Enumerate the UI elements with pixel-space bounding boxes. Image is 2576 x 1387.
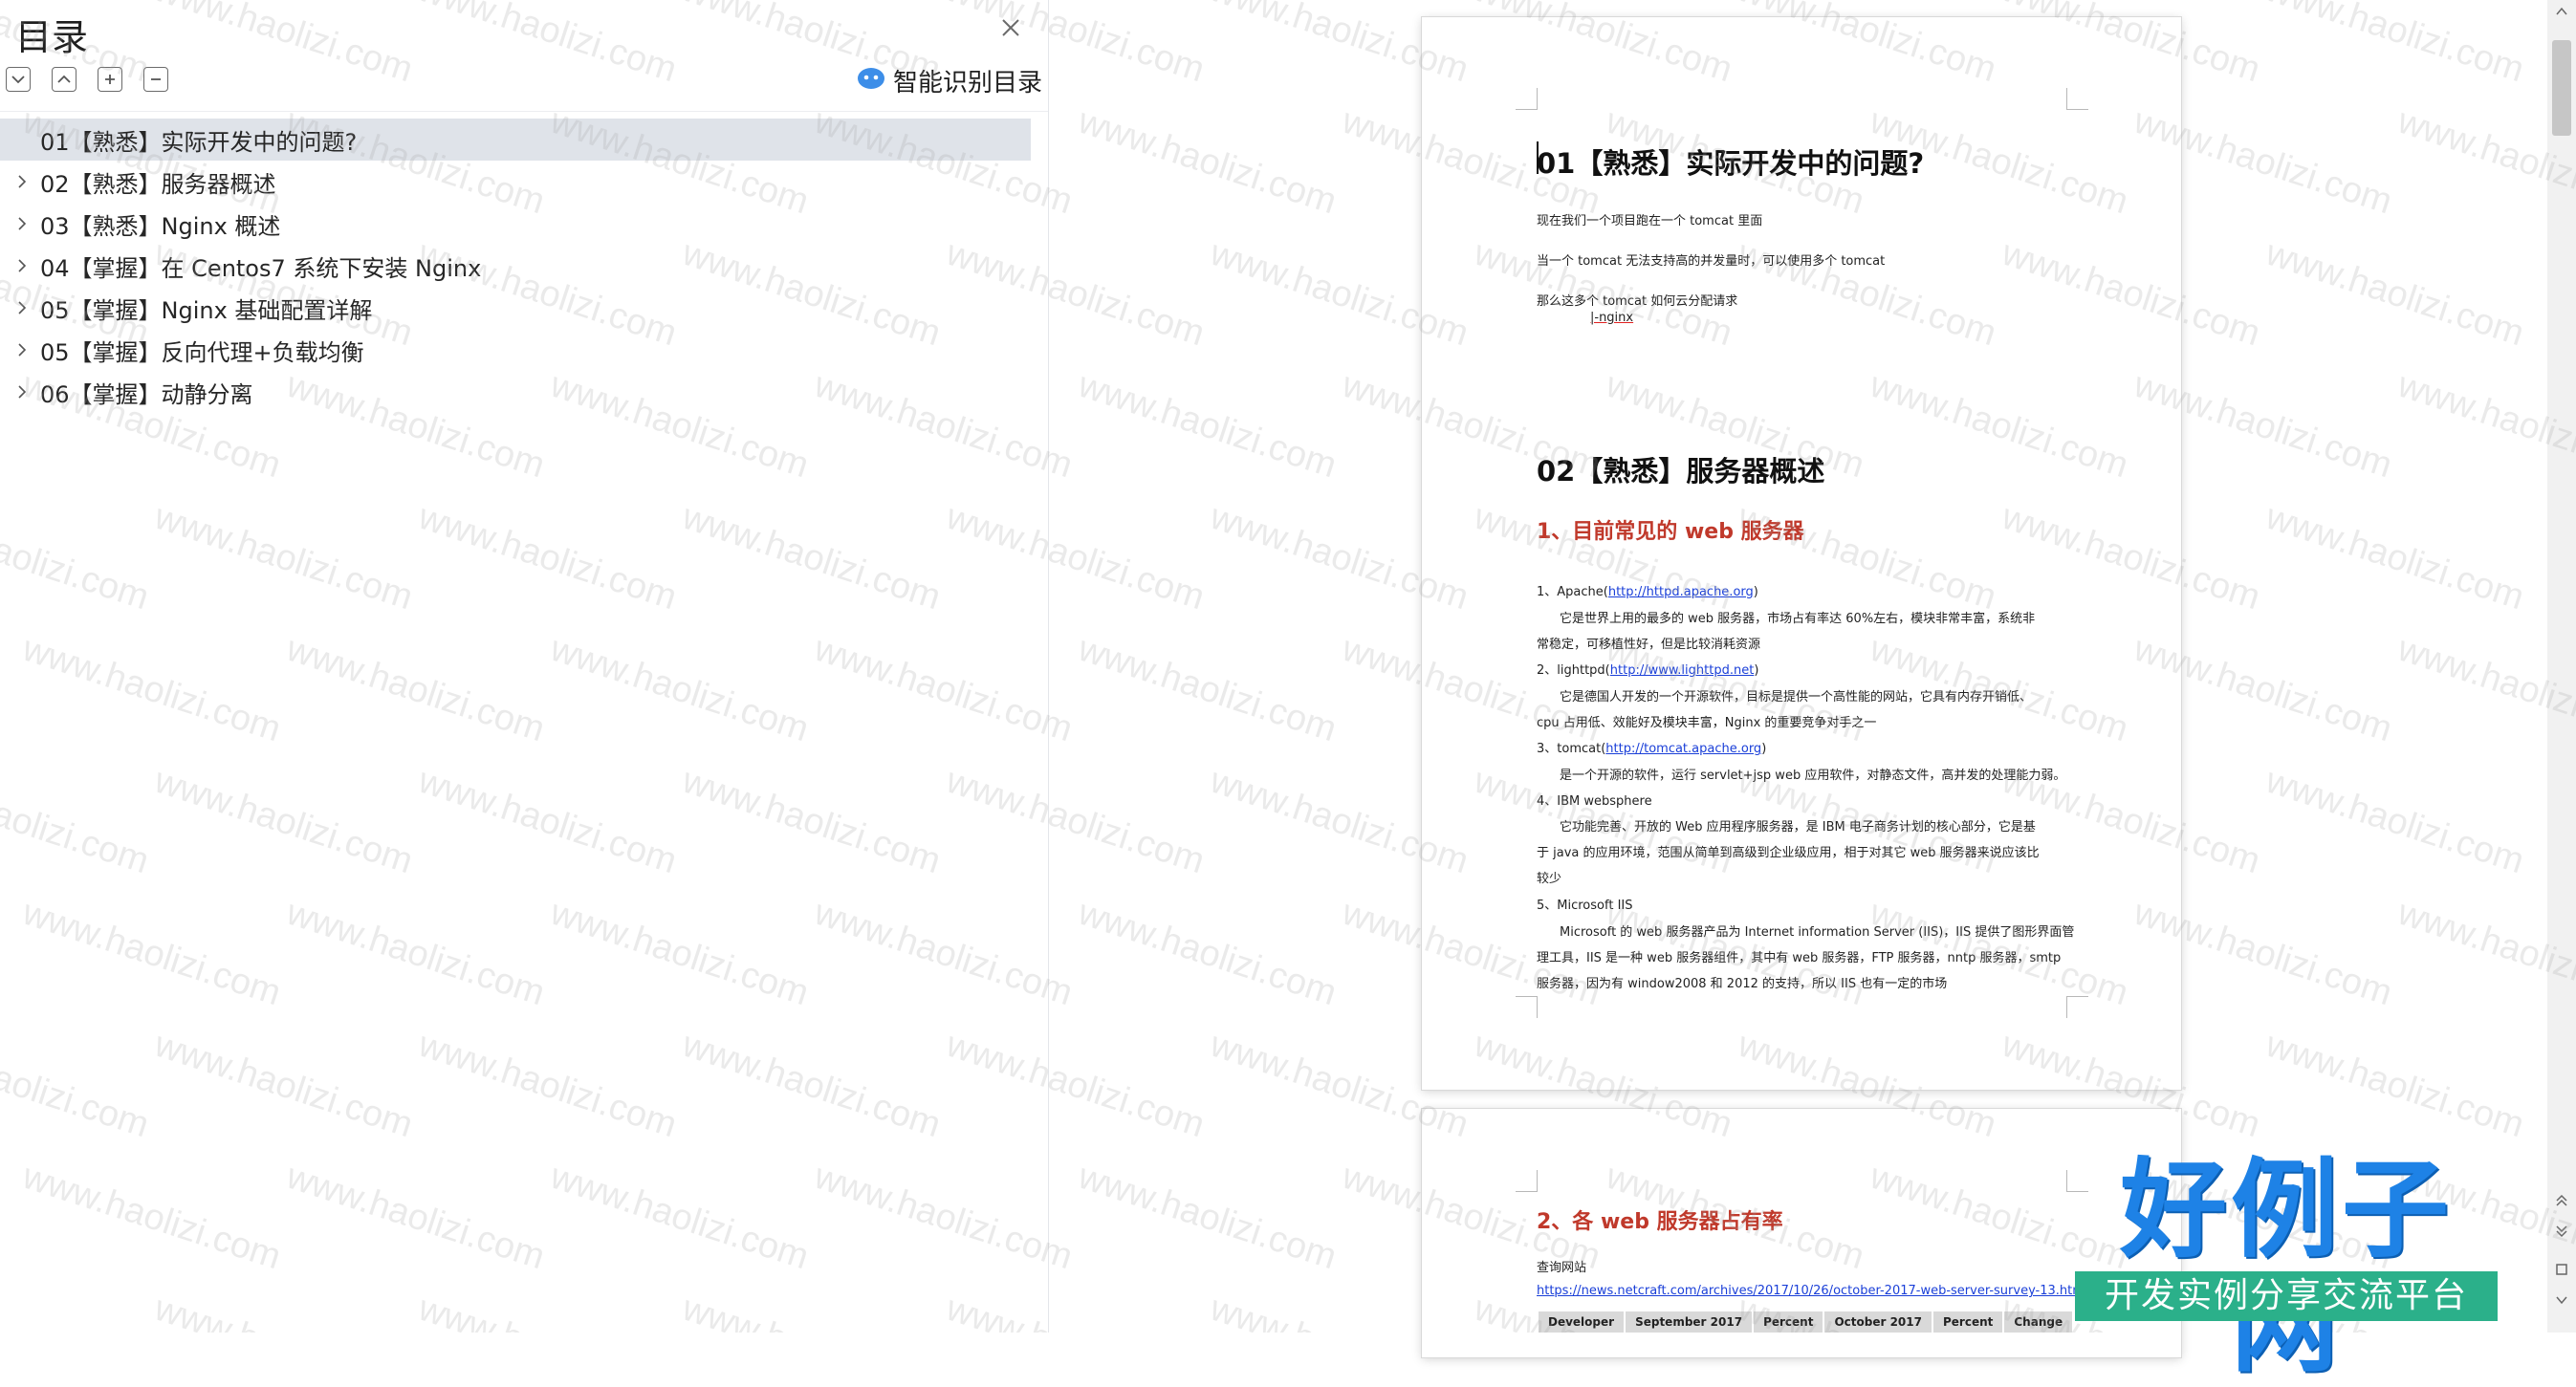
paragraph: https://news.netcraft.com/archives/2017/… xyxy=(1537,1284,2088,1298)
paragraph: 服务器，因为有 window2008 和 2012 的支持，所以 IIS 也有一… xyxy=(1537,977,1948,991)
list-item: 4、IBM websphere xyxy=(1537,794,1652,809)
heading-1: 02【熟悉】服务器概述 xyxy=(1537,455,1825,488)
paragraph: 当一个 tomcat 无法支持高的并发量时，可以使用多个 tomcat xyxy=(1537,254,1886,269)
smart-ai-icon xyxy=(857,66,885,95)
page-margin-mark xyxy=(1516,1170,1538,1192)
toc-item-label: 03【熟悉】Nginx 概述 xyxy=(40,212,281,240)
paragraph: 查询网站 xyxy=(1537,1261,1587,1275)
link[interactable]: https://news.netcraft.com/archives/2017/… xyxy=(1537,1284,2088,1298)
toc-title: 目录 xyxy=(15,16,89,58)
chevron-right-icon[interactable] xyxy=(13,173,31,190)
toc-item[interactable]: 01【熟悉】实际开发中的问题? xyxy=(0,119,1031,161)
brand-title: 好例子网 xyxy=(2120,1148,2453,1387)
scroll-up-icon[interactable] xyxy=(2554,4,2569,19)
brand-logo: 好例子网 开发实例分享交流平台 xyxy=(2073,1153,2500,1382)
table-header: Change xyxy=(2002,1310,2075,1334)
list-item: 1、Apache(http://httpd.apache.org) xyxy=(1537,585,1758,599)
previous-page-icon[interactable] xyxy=(2554,1193,2569,1208)
paragraph: 是一个开源的软件，运行 servlet+jsp web 应用软件，对静态文件，高… xyxy=(1560,769,2066,783)
document-view[interactable]: 01【熟悉】实际开发中的问题? 现在我们一个项目跑在一个 tomcat 里面 当… xyxy=(1049,0,2547,1357)
paragraph: 它是世界上用的最多的 web 服务器，市场占有率达 60%左右，模块非常丰富，系… xyxy=(1560,612,2036,626)
paragraph: 那么这多个 tomcat 如何云分配请求 xyxy=(1537,294,1738,309)
brand-subtitle: 开发实例分享交流平台 xyxy=(2075,1271,2498,1321)
paragraph: Microsoft 的 web 服务器产品为 Internet informat… xyxy=(1560,925,2075,940)
page-margin-mark xyxy=(2066,996,2088,1018)
paragraph: 理工具，IIS 是一种 web 服务器组件，其中有 web 服务器，FTP 服务… xyxy=(1537,951,2062,965)
toc-item[interactable]: 06【掌握】动静分离 xyxy=(0,371,1031,413)
close-icon[interactable] xyxy=(996,13,1025,42)
table-header: September 2017 xyxy=(1624,1310,1755,1334)
toc-item-label: 05【掌握】Nginx 基础配置详解 xyxy=(40,296,373,324)
link[interactable]: http://tomcat.apache.org xyxy=(1605,742,1761,756)
page-view-icon[interactable] xyxy=(2554,1262,2569,1277)
document-page: 01【熟悉】实际开发中的问题? 现在我们一个项目跑在一个 tomcat 里面 当… xyxy=(1422,17,2181,1090)
toc-item[interactable]: 03【熟悉】Nginx 概述 xyxy=(0,203,1031,245)
page-margin-mark xyxy=(1516,88,1538,110)
table-header: October 2017 xyxy=(1823,1310,1933,1334)
paragraph: 于 java 的应用环境，范围从简单到高级到企业级应用，相于对其它 web 服务… xyxy=(1537,846,2040,860)
list-item: 3、tomcat(http://tomcat.apache.org) xyxy=(1537,742,1767,756)
toc-item[interactable]: 05【掌握】反向代理+负载均衡 xyxy=(0,329,1031,371)
toc-item[interactable]: 04【掌握】在 Centos7 系统下安装 Nginx xyxy=(0,245,1031,287)
next-page-icon[interactable] xyxy=(2554,1224,2569,1239)
toc-item-label: 02【熟悉】服务器概述 xyxy=(40,170,276,198)
paragraph: 较少 xyxy=(1537,872,1562,886)
remove-entry-icon[interactable] xyxy=(143,67,168,92)
toc-item[interactable]: 05【掌握】Nginx 基础配置详解 xyxy=(0,287,1031,329)
chevron-right-icon[interactable] xyxy=(13,257,31,274)
paragraph: 它功能完善、开放的 Web 应用程序服务器，是 IBM 电子商务计划的核心部分，… xyxy=(1560,820,2036,834)
vertical-scrollbar[interactable] xyxy=(2547,0,2576,1333)
page-margin-mark xyxy=(2066,88,2088,110)
toc-panel: 目录 智能识别目录 01【熟悉】实际开发中的问题? 02【熟悉】服务器概述 03… xyxy=(0,0,1049,1333)
toc-list: 01【熟悉】实际开发中的问题? 02【熟悉】服务器概述 03【熟悉】Nginx … xyxy=(0,119,1048,413)
toc-item-label: 05【掌握】反向代理+负载均衡 xyxy=(40,338,364,366)
stats-table: Developer September 2017 Percent October… xyxy=(1536,1310,2075,1334)
chevron-right-icon[interactable] xyxy=(13,383,31,401)
toc-item[interactable]: 02【熟悉】服务器概述 xyxy=(0,161,1031,203)
toc-divider xyxy=(0,111,1048,112)
table-header: Percent xyxy=(1752,1310,1825,1334)
chevron-right-icon[interactable] xyxy=(13,341,31,358)
scroll-down-icon[interactable] xyxy=(2554,1292,2569,1308)
toc-item-label: 01【熟悉】实际开发中的问题? xyxy=(40,128,358,156)
paragraph: 它是德国人开发的一个开源软件，目标是提供一个高性能的网站，它具有内存开销低、 xyxy=(1560,690,2033,704)
add-entry-icon[interactable] xyxy=(98,67,122,92)
chevron-right-icon[interactable] xyxy=(13,215,31,232)
paragraph: cpu 占用低、效能好及模块丰富，Nginx 的重要竞争对手之一 xyxy=(1537,716,1877,730)
table-header: Percent xyxy=(1931,1310,2005,1334)
heading-2: 2、各 web 服务器占有率 xyxy=(1537,1210,1783,1234)
nginx-note: |-nginx xyxy=(1590,311,1634,325)
chevron-right-icon[interactable] xyxy=(13,299,31,316)
collapse-all-icon[interactable] xyxy=(52,67,76,92)
toc-item-label: 06【掌握】动静分离 xyxy=(40,380,253,408)
document-page: 2、各 web 服务器占有率 查询网站 https://news.netcraf… xyxy=(1422,1109,2181,1357)
list-item: 5、Microsoft IIS xyxy=(1537,899,1633,913)
paragraph: 现在我们一个项目跑在一个 tomcat 里面 xyxy=(1537,214,1763,228)
paragraph: |-nginx xyxy=(1590,311,1633,325)
scroll-thumb[interactable] xyxy=(2552,40,2571,136)
table-header: Developer xyxy=(1536,1310,1626,1334)
heading-2: 1、目前常见的 web 服务器 xyxy=(1537,520,1804,544)
smart-toc-button[interactable]: 智能识别目录 xyxy=(857,63,1042,98)
smart-toc-label: 智能识别目录 xyxy=(893,68,1043,98)
expand-all-icon[interactable] xyxy=(6,67,31,92)
list-item: 2、lighttpd(http://www.lighttpd.net) xyxy=(1537,663,1759,678)
heading-1: 01【熟悉】实际开发中的问题? xyxy=(1537,147,1925,180)
toc-item-label: 04【掌握】在 Centos7 系统下安装 Nginx xyxy=(40,254,482,282)
link[interactable]: http://httpd.apache.org xyxy=(1608,585,1754,599)
link[interactable]: http://www.lighttpd.net xyxy=(1610,663,1755,678)
paragraph: 常稳定，可移植性好，但是比较消耗资源 xyxy=(1537,638,1761,652)
table-header-row: Developer September 2017 Percent October… xyxy=(1536,1310,2075,1334)
page-margin-mark xyxy=(1516,996,1538,1018)
